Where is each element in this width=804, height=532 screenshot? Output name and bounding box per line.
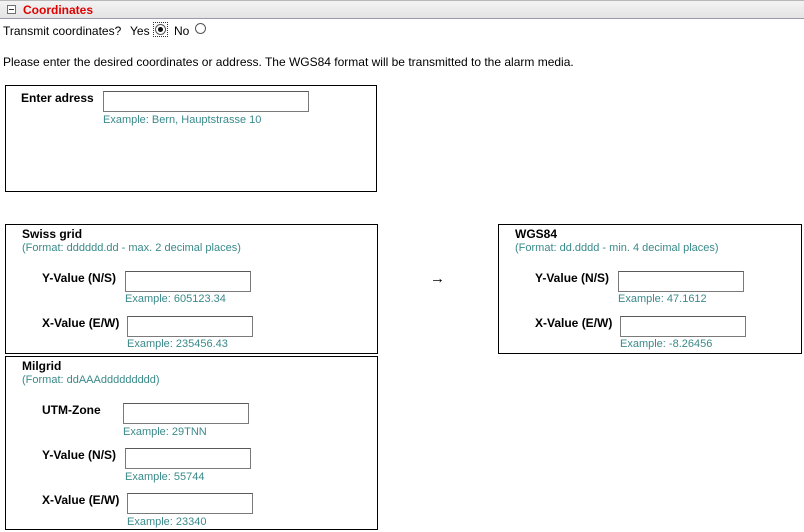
wgs84-x-input[interactable] <box>620 316 746 337</box>
address-example: Example: Bern, Hauptstrasse 10 <box>103 114 262 126</box>
milgrid-y-label: Y-Value (N/S) <box>42 448 117 462</box>
transmit-no-label: No <box>174 24 190 38</box>
section-header <box>0 0 804 19</box>
swiss-x-label: X-Value (E/W) <box>42 316 120 330</box>
milgrid-format: (Format: ddAAAddddddddd) <box>22 374 160 386</box>
milgrid-title: Milgrid <box>22 359 62 373</box>
address-input[interactable] <box>103 91 309 112</box>
swiss-y-label: Y-Value (N/S) <box>42 271 117 285</box>
swiss-x-input[interactable] <box>127 316 253 337</box>
milgrid-zone-input[interactable] <box>123 403 249 424</box>
instructions-text: Please enter the desired coordinates or … <box>3 55 574 69</box>
milgrid-y-example: Example: 55744 <box>125 471 205 483</box>
milgrid-zone-example: Example: 29TNN <box>123 426 207 438</box>
wgs84-title: WGS84 <box>515 227 558 241</box>
collapse-icon[interactable] <box>7 5 16 14</box>
milgrid-zone-label: UTM-Zone <box>42 403 101 417</box>
transmit-no-radio[interactable] <box>195 23 206 34</box>
swiss-x-example: Example: 235456.43 <box>127 338 228 350</box>
transmit-yes-label: Yes <box>130 24 150 38</box>
transmit-label: Transmit coordinates? <box>3 24 122 38</box>
wgs84-x-example: Example: -8.26456 <box>620 338 713 350</box>
milgrid-y-input[interactable] <box>125 448 251 469</box>
wgs84-y-input[interactable] <box>618 271 744 292</box>
swiss-grid-title: Swiss grid <box>22 227 83 241</box>
swiss-y-input[interactable] <box>125 271 251 292</box>
wgs84-x-label: X-Value (E/W) <box>535 316 613 330</box>
milgrid-x-example: Example: 23340 <box>127 516 207 528</box>
wgs84-y-label: Y-Value (N/S) <box>535 271 610 285</box>
milgrid-x-input[interactable] <box>127 493 253 514</box>
transmit-yes-radio[interactable] <box>155 24 166 35</box>
wgs84-format: (Format: dd.dddd - min. 4 decimal places… <box>515 242 719 254</box>
wgs84-y-example: Example: 47.1612 <box>618 293 707 305</box>
milgrid-x-label: X-Value (E/W) <box>42 493 120 507</box>
swiss-grid-format: (Format: dddddd.dd - max. 2 decimal plac… <box>22 242 241 254</box>
address-title: Enter adress <box>21 91 94 105</box>
conversion-arrow-icon: → <box>430 270 445 287</box>
section-title: Coordinates <box>23 3 94 17</box>
swiss-y-example: Example: 605123.34 <box>125 293 226 305</box>
